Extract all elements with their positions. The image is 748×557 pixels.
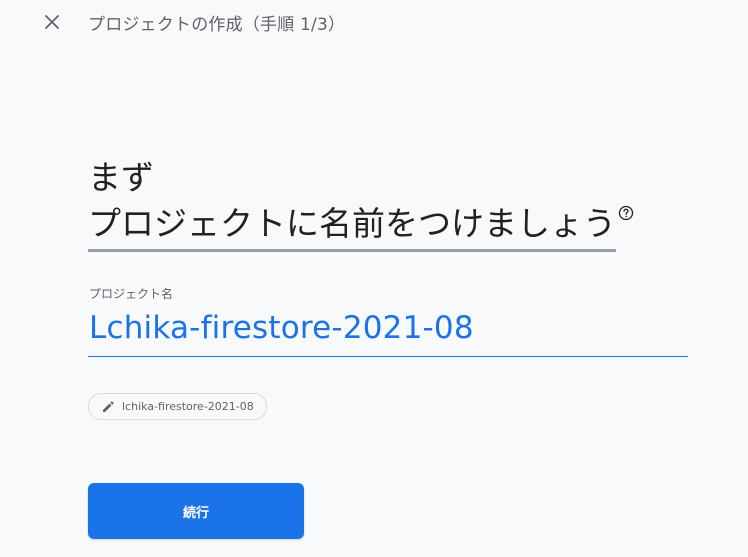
help-circle-icon[interactable] <box>618 205 634 221</box>
continue-button-label: 続行 <box>182 505 209 521</box>
close-icon <box>45 15 59 29</box>
project-name-label: プロジェクト名 <box>89 287 174 301</box>
heading-line-2-wrap: プロジェクトに名前をつけましょう <box>88 201 634 252</box>
top-bar: プロジェクトの作成（手順 1/3） <box>0 0 748 44</box>
continue-button[interactable]: 続行 <box>88 483 304 539</box>
project-id-text: lchika-firestore-2021-08 <box>122 400 254 413</box>
pencil-icon <box>103 400 114 412</box>
heading-line-1: まず <box>88 158 154 197</box>
project-name-field <box>88 303 689 357</box>
project-id-chip[interactable]: lchika-firestore-2021-08 <box>88 393 267 420</box>
heading-line-2: プロジェクトに名前をつけましょう <box>88 201 616 252</box>
page-title: プロジェクトの作成（手順 1/3） <box>88 15 346 35</box>
project-name-input[interactable] <box>88 303 689 353</box>
close-button[interactable] <box>38 8 66 36</box>
heading: まず プロジェクトに名前をつけましょう <box>88 155 708 252</box>
